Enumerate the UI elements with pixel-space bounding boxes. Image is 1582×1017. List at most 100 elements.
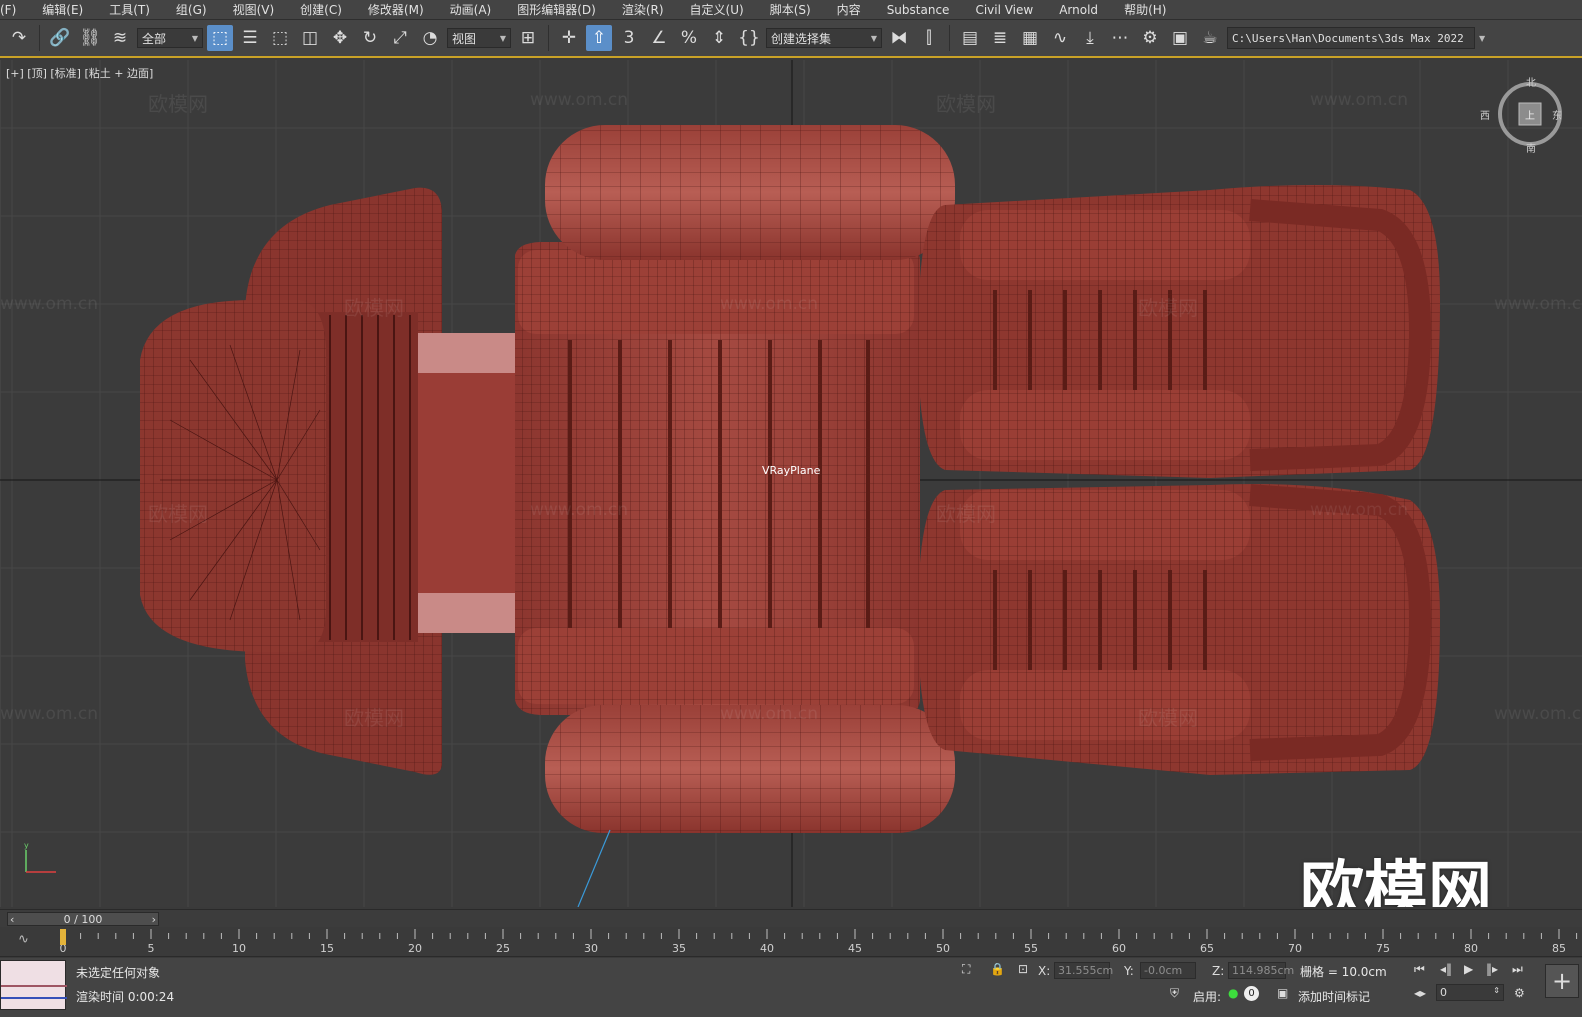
scene-explorer-icon[interactable]: ▤ bbox=[957, 25, 983, 51]
menu-file[interactable]: (F) bbox=[0, 0, 29, 20]
window-crossing-icon[interactable]: ◫ bbox=[297, 25, 323, 51]
chevron-down-icon[interactable]: ▼ bbox=[1479, 34, 1485, 43]
schematic-view-icon[interactable]: ⤓ bbox=[1077, 25, 1103, 51]
link-icon[interactable]: 🔗 bbox=[47, 25, 73, 51]
selection-lock-icon[interactable]: 🔒 bbox=[990, 962, 1005, 976]
chevron-left-icon[interactable]: ‹ bbox=[10, 913, 14, 926]
selection-filter-dropdown[interactable]: 全部 ▼ bbox=[137, 28, 203, 48]
next-frame-icon[interactable]: ‖▸ bbox=[1486, 962, 1498, 976]
menu-scripting[interactable]: 脚本(S) bbox=[757, 0, 824, 20]
menu-edit[interactable]: 编辑(E) bbox=[29, 0, 96, 20]
current-frame-field[interactable]: 0 ⇕ bbox=[1436, 984, 1504, 1001]
chevron-down-icon: ▼ bbox=[870, 33, 877, 43]
viewport-canvas: y bbox=[0, 60, 1582, 907]
adaptive-degradation-icon[interactable]: ⛨ bbox=[1170, 986, 1179, 1001]
absolute-mode-icon[interactable]: ⊡ bbox=[1018, 962, 1028, 976]
menu-content[interactable]: 内容 bbox=[824, 0, 874, 20]
toolbar-divider bbox=[548, 25, 549, 51]
redo-icon[interactable]: ↷ bbox=[6, 25, 32, 51]
frame-tick-label: 75 bbox=[1376, 942, 1390, 955]
watermark-text: 欧模网 bbox=[936, 92, 996, 116]
status-green-dot-icon: ● bbox=[1228, 986, 1239, 1000]
play-icon[interactable]: ▶ bbox=[1464, 962, 1473, 976]
menu-substance[interactable]: Substance bbox=[874, 0, 963, 20]
time-slider[interactable]: ‹ 0 / 100 › bbox=[0, 909, 1582, 927]
keyboard-shortcut-override-icon[interactable]: ⇧ bbox=[586, 25, 612, 51]
rotate-icon[interactable]: ↻ bbox=[357, 25, 383, 51]
frame-tick-label: 15 bbox=[320, 942, 334, 955]
project-path-field[interactable]: C:\Users\Han\Documents\3ds Max 2022 bbox=[1227, 27, 1475, 49]
viewport-top[interactable]: y 欧模网 www.om.cn 欧模网 www.om.cn www.om.cn … bbox=[0, 60, 1582, 907]
select-object-icon[interactable]: ⬚ bbox=[207, 25, 233, 51]
move-icon[interactable]: ✥ bbox=[327, 25, 353, 51]
edit-named-selection-icon[interactable]: {} bbox=[736, 25, 762, 51]
time-configuration-icon[interactable]: ⚙ bbox=[1514, 986, 1525, 1000]
unlink-icon[interactable]: ⛓ bbox=[77, 25, 103, 51]
y-coordinate-field[interactable]: -0.0cm bbox=[1140, 962, 1196, 979]
scale-icon[interactable]: ⤢ bbox=[387, 25, 413, 51]
menu-customize[interactable]: 自定义(U) bbox=[677, 0, 757, 20]
zoom-extents-icon[interactable]: + bbox=[1545, 964, 1579, 998]
render-setup-icon[interactable]: ⚙ bbox=[1137, 25, 1163, 51]
menu-modifiers[interactable]: 修改器(M) bbox=[355, 0, 437, 20]
menu-civil-view[interactable]: Civil View bbox=[962, 0, 1046, 20]
previous-frame-icon[interactable]: ◂‖ bbox=[1440, 962, 1452, 976]
mini-curve-editor-icon[interactable]: ∿ bbox=[18, 932, 29, 947]
viewcube-face-top[interactable]: 上 bbox=[1525, 107, 1535, 122]
menu-help[interactable]: 帮助(H) bbox=[1111, 0, 1179, 20]
pivot-center-icon[interactable]: ⊞ bbox=[515, 25, 541, 51]
watermark-text: 欧模网 bbox=[344, 706, 404, 730]
frame-tick-label: 20 bbox=[408, 942, 422, 955]
maxscript-listener[interactable] bbox=[0, 960, 67, 1010]
select-by-name-icon[interactable]: ☰ bbox=[237, 25, 263, 51]
viewcube[interactable]: 北 南 西 东 上 bbox=[1480, 78, 1566, 155]
track-bar-ruler: 0 5 10 15 20 25 30 35 40 45 50 55 60 65 70 75 80 85 bbox=[60, 929, 1578, 955]
material-editor-icon[interactable]: ⋯ bbox=[1107, 25, 1133, 51]
align-icon[interactable]: ⫿ bbox=[916, 25, 942, 51]
angle-snap-icon[interactable]: ∠ bbox=[646, 25, 672, 51]
named-selection-dropdown[interactable]: 创建选择集 ▼ bbox=[766, 28, 882, 48]
menu-graph-editors[interactable]: 图形编辑器(D) bbox=[504, 0, 609, 20]
chevron-right-icon[interactable]: › bbox=[152, 913, 156, 926]
menu-arnold[interactable]: Arnold bbox=[1046, 0, 1111, 20]
menu-animation[interactable]: 动画(A) bbox=[437, 0, 505, 20]
z-coordinate-field[interactable]: 114.985cm bbox=[1228, 962, 1294, 979]
percent-snap-icon[interactable]: % bbox=[676, 25, 702, 51]
render-production-icon[interactable]: ☕ bbox=[1197, 25, 1223, 51]
time-slider-thumb[interactable]: ‹ 0 / 100 › bbox=[7, 912, 159, 926]
track-bar[interactable]: 0 5 10 15 20 25 30 35 40 45 50 55 60 65 70 75 80 85 ∿ bbox=[0, 927, 1582, 957]
add-time-tag[interactable]: 添加时间标记 bbox=[1298, 988, 1370, 1005]
snaps-toggle-icon[interactable]: 3 bbox=[616, 25, 642, 51]
select-manipulate-icon[interactable]: ✛ bbox=[556, 25, 582, 51]
key-mode-icon[interactable]: ◂▸ bbox=[1414, 986, 1426, 1000]
x-coordinate-field[interactable]: 31.555cm bbox=[1054, 962, 1113, 979]
mirror-icon[interactable]: ⧓ bbox=[886, 25, 912, 51]
rectangle-selection-icon[interactable]: ⬚ bbox=[267, 25, 293, 51]
spinner-icon[interactable]: ⇕ bbox=[1493, 986, 1500, 999]
frame-tick-label: 40 bbox=[760, 942, 774, 955]
viewport-label[interactable]: [+] [顶] [标准] [粘土 + 边面] bbox=[6, 65, 153, 81]
menu-views[interactable]: 视图(V) bbox=[220, 0, 288, 20]
status-bar: 未选定任何对象 渲染时间 0:00:24 ⛶ 🔒 ⊡ X: 31.555cm Y… bbox=[0, 958, 1582, 1017]
menu-create[interactable]: 创建(C) bbox=[287, 0, 355, 20]
layer-explorer-icon[interactable]: ≣ bbox=[987, 25, 1013, 51]
menu-rendering[interactable]: 渲染(R) bbox=[609, 0, 677, 20]
isolate-selection-icon[interactable]: ⛶ bbox=[962, 962, 970, 977]
toggle-ribbon-icon[interactable]: ▦ bbox=[1017, 25, 1043, 51]
render-frame-window-icon[interactable]: ▣ bbox=[1167, 25, 1193, 51]
go-to-start-icon[interactable]: ⏮ bbox=[1414, 962, 1425, 977]
spinner-snap-icon[interactable]: ⇕ bbox=[706, 25, 732, 51]
go-to-end-icon[interactable]: ⏭ bbox=[1512, 962, 1523, 977]
menu-tools[interactable]: 工具(T) bbox=[96, 0, 163, 20]
menu-group[interactable]: 组(G) bbox=[163, 0, 220, 20]
enable-count-badge[interactable]: 0 bbox=[1244, 986, 1259, 1001]
bind-space-warp-icon[interactable]: ≋ bbox=[107, 25, 133, 51]
current-frame-value: 0 bbox=[1440, 986, 1447, 999]
reference-coordinate-dropdown[interactable]: 视图 ▼ bbox=[447, 28, 511, 48]
placement-icon[interactable]: ◔ bbox=[417, 25, 443, 51]
watermark-logo: 欧模网 bbox=[1300, 855, 1492, 907]
viewcube-north: 北 bbox=[1526, 78, 1536, 89]
curve-editor-icon[interactable]: ∿ bbox=[1047, 25, 1073, 51]
time-tag-icon[interactable]: ▣ bbox=[1277, 986, 1288, 1000]
frame-tick-label: 25 bbox=[496, 942, 510, 955]
